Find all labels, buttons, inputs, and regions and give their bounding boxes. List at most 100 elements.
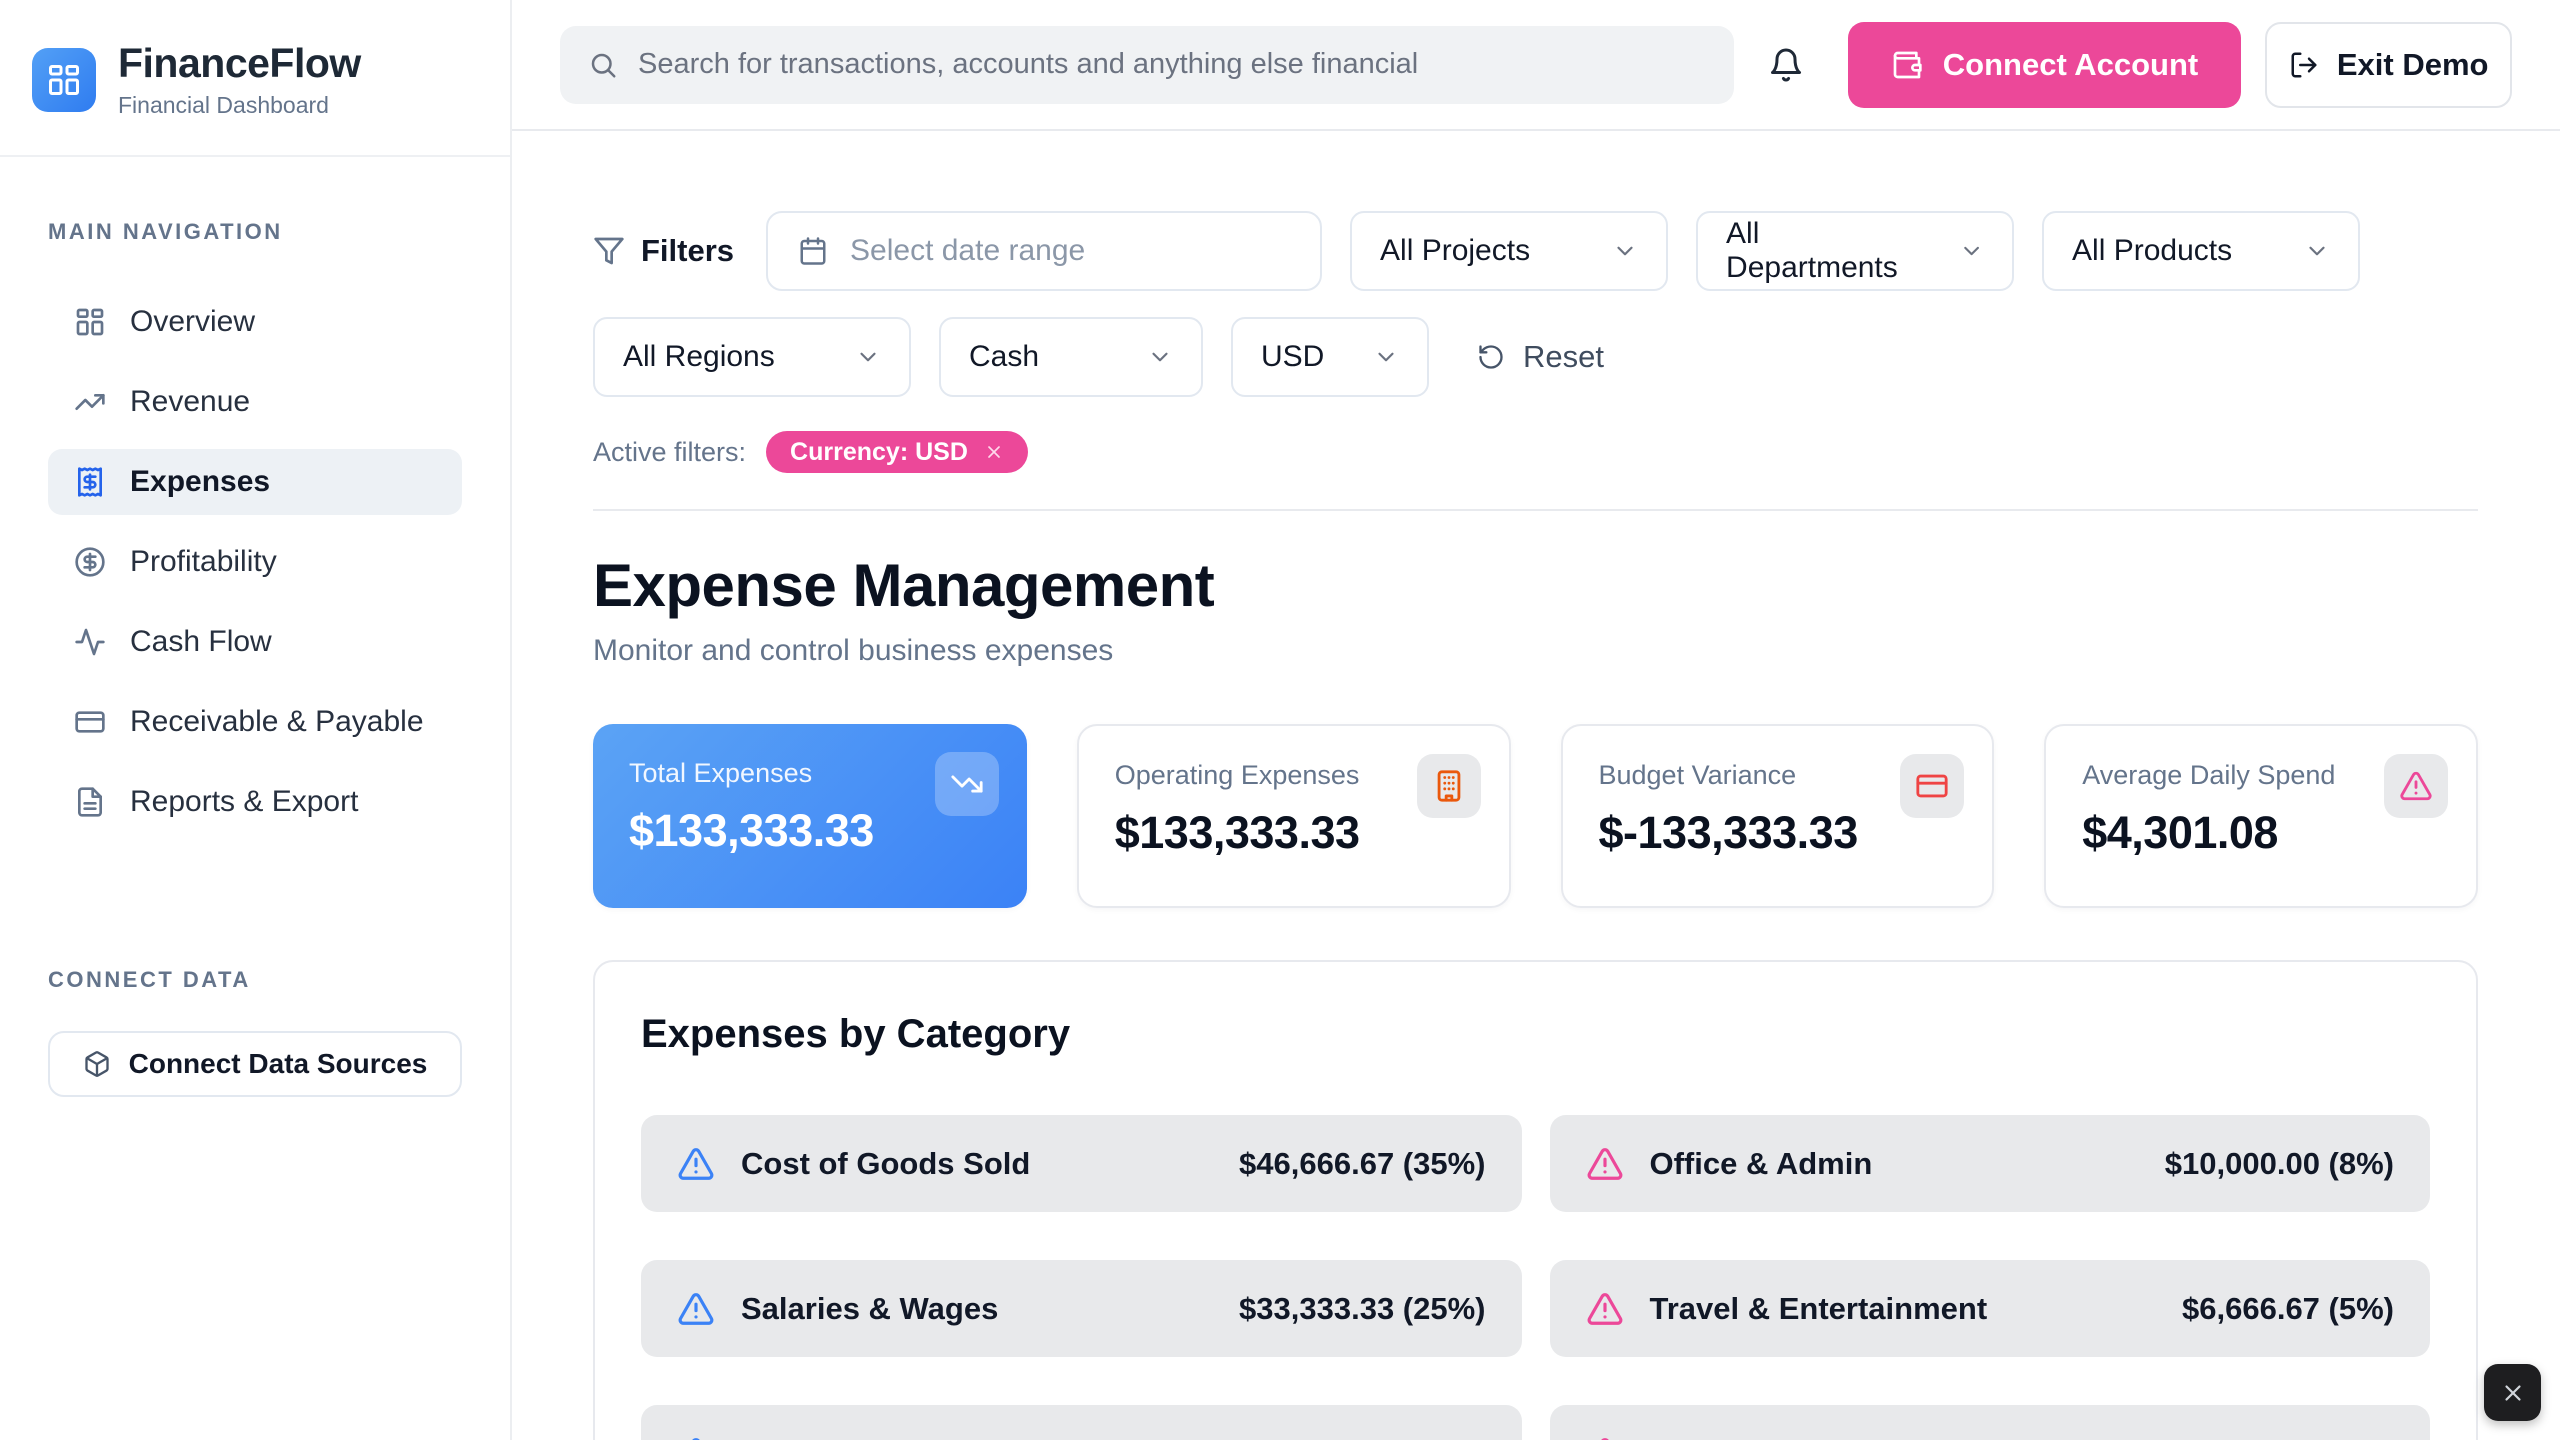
chevron-down-icon <box>2304 238 2330 264</box>
box-icon <box>83 1050 111 1078</box>
regions-dropdown-value: All Regions <box>623 340 775 374</box>
category-row-marketing: Marketing $20,000.00 (15%) <box>641 1405 1522 1440</box>
app: FinanceFlow Financial Dashboard MAIN NAV… <box>0 0 2560 1440</box>
stat-value: $133,333.33 <box>1115 807 1473 859</box>
section-divider <box>593 509 2478 511</box>
filters-header: Filters <box>593 233 734 269</box>
stat-card-total-expenses: Total Expenses $133,333.33 <box>593 724 1027 908</box>
stat-card-operating-expenses: Operating Expenses $133,333.33 <box>1077 724 1511 908</box>
brand-logo-icon <box>32 48 96 112</box>
brand-subtitle: Financial Dashboard <box>118 92 361 119</box>
category-label: Office & Admin <box>1650 1146 1873 1182</box>
alert-triangle-icon <box>677 1290 715 1328</box>
filters-row-1: Filters Select date range All Projects A… <box>593 211 2478 291</box>
regions-dropdown[interactable]: All Regions <box>593 317 911 397</box>
wallet-icon <box>1891 49 1923 81</box>
stat-value: $4,301.08 <box>2082 807 2440 859</box>
sidebar-item-profitability[interactable]: Profitability <box>48 529 462 595</box>
currency-dropdown-value: USD <box>1261 340 1324 374</box>
departments-dropdown[interactable]: All Departments <box>1696 211 2014 291</box>
category-value: $33,333.33 (25%) <box>1239 1291 1485 1327</box>
currency-dropdown[interactable]: USD <box>1231 317 1429 397</box>
stat-value: $133,333.33 <box>629 805 991 857</box>
chevron-down-icon <box>1612 238 1638 264</box>
alert-triangle-icon <box>1586 1290 1624 1328</box>
chevron-down-icon <box>1959 238 1984 264</box>
logout-icon <box>2289 50 2319 80</box>
alert-triangle-icon <box>677 1145 715 1183</box>
brand: FinanceFlow Financial Dashboard <box>0 0 510 157</box>
receipt-icon <box>74 466 106 498</box>
category-grid: Cost of Goods Sold $46,666.67 (35%) Offi… <box>641 1115 2430 1440</box>
sidebar-item-reports-export[interactable]: Reports & Export <box>48 769 462 835</box>
products-dropdown[interactable]: All Products <box>2042 211 2360 291</box>
date-range-input[interactable]: Select date range <box>766 211 1322 291</box>
alert-triangle-icon <box>1586 1145 1624 1183</box>
category-row-salaries-wages: Salaries & Wages $33,333.33 (25%) <box>641 1260 1522 1357</box>
category-label: Cost of Goods Sold <box>741 1146 1030 1182</box>
sidebar-item-revenue[interactable]: Revenue <box>48 369 462 435</box>
reset-filters-label: Reset <box>1523 339 1604 375</box>
sidebar: FinanceFlow Financial Dashboard MAIN NAV… <box>0 0 512 1440</box>
alert-triangle-icon <box>677 1435 715 1440</box>
chevron-down-icon <box>1373 344 1399 370</box>
projects-dropdown[interactable]: All Projects <box>1350 211 1668 291</box>
chevron-down-icon <box>1147 344 1173 370</box>
stat-icon-tile <box>935 752 999 816</box>
credit-card-icon <box>1915 769 1949 803</box>
content: Filters Select date range All Projects A… <box>512 131 2560 1440</box>
category-row-cost-of-goods-sold: Cost of Goods Sold $46,666.67 (35%) <box>641 1115 1522 1212</box>
chevron-down-icon <box>855 344 881 370</box>
bell-icon <box>1768 47 1804 83</box>
departments-dropdown-value: All Departments <box>1726 217 1933 285</box>
sidebar-item-label: Receivable & Payable <box>130 705 424 739</box>
file-text-icon <box>74 786 106 818</box>
sidebar-item-overview[interactable]: Overview <box>48 289 462 355</box>
category-label: Professional Services <box>1650 1436 1972 1440</box>
main-navigation: Overview Revenue Expenses Profitability … <box>48 289 462 835</box>
circle-dollar-icon <box>74 546 106 578</box>
category-value: $6,666.67 (5%) <box>2182 1291 2394 1327</box>
trending-up-icon <box>74 386 106 418</box>
search-input[interactable] <box>638 48 1706 81</box>
connect-data-sources-label: Connect Data Sources <box>129 1048 428 1080</box>
connect-account-label: Connect Account <box>1943 47 2198 83</box>
category-row-professional-services: Professional Services $3,333.33 (3%) <box>1550 1405 2431 1440</box>
category-value: $46,666.67 (35%) <box>1239 1146 1485 1182</box>
building-icon <box>1432 769 1466 803</box>
exit-demo-button[interactable]: Exit Demo <box>2265 22 2512 108</box>
sidebar-item-label: Revenue <box>130 385 250 419</box>
remove-currency-filter-button[interactable] <box>984 442 1004 462</box>
search-box[interactable] <box>560 26 1734 104</box>
category-value: $20,000.00 (15%) <box>1239 1436 1485 1440</box>
category-value: $10,000.00 (8%) <box>2165 1146 2394 1182</box>
exit-demo-label: Exit Demo <box>2337 47 2489 83</box>
stat-card-average-daily-spend: Average Daily Spend $4,301.08 <box>2044 724 2478 908</box>
sidebar-item-cash-flow[interactable]: Cash Flow <box>48 609 462 675</box>
date-range-placeholder: Select date range <box>850 234 1085 268</box>
sidebar-item-expenses[interactable]: Expenses <box>48 449 462 515</box>
active-filters-label: Active filters: <box>593 437 746 468</box>
category-row-travel-entertainment: Travel & Entertainment $6,666.67 (5%) <box>1550 1260 2431 1357</box>
accounting-method-dropdown[interactable]: Cash <box>939 317 1203 397</box>
filters-title: Filters <box>641 233 734 269</box>
connect-account-button[interactable]: Connect Account <box>1848 22 2242 108</box>
brand-name: FinanceFlow <box>118 40 361 87</box>
credit-card-icon <box>74 706 106 738</box>
reset-filters-button[interactable]: Reset <box>1477 339 1604 375</box>
currency-filter-chip[interactable]: Currency: USD <box>766 431 1028 473</box>
accounting-method-value: Cash <box>969 340 1039 374</box>
connect-data-sources-button[interactable]: Connect Data Sources <box>48 1031 462 1097</box>
expenses-by-category-panel: Expenses by Category Cost of Goods Sold … <box>593 960 2478 1440</box>
active-filters: Active filters: Currency: USD <box>593 431 2478 473</box>
sidebar-item-receivable-payable[interactable]: Receivable & Payable <box>48 689 462 755</box>
close-overlay-button[interactable] <box>2484 1364 2541 1421</box>
notifications-button[interactable] <box>1768 47 1804 83</box>
close-icon <box>2500 1380 2526 1406</box>
alert-triangle-icon <box>1586 1435 1624 1440</box>
currency-filter-chip-label: Currency: USD <box>790 438 968 467</box>
connect-data-header: CONNECT DATA <box>48 967 462 993</box>
nav-section-header: MAIN NAVIGATION <box>48 219 462 245</box>
stats-grid: Total Expenses $133,333.33 Operating Exp… <box>593 724 2478 908</box>
search-icon <box>588 50 618 80</box>
